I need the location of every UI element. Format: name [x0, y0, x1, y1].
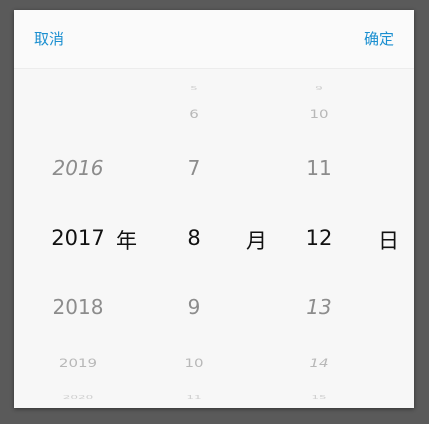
month-option[interactable]: 6: [154, 107, 234, 121]
date-picker-dialog: 取消 确定 2016 2017 2018 2019 2020 年 5 6 7 8…: [14, 10, 414, 408]
month-option[interactable]: 5: [154, 85, 234, 91]
year-wheel[interactable]: 2016 2017 2018 2019 2020: [28, 69, 128, 408]
date-wheel-area: 2016 2017 2018 2019 2020 年 5 6 7 8 9 10 …: [14, 69, 414, 408]
month-selected[interactable]: 8: [154, 226, 234, 250]
day-selected[interactable]: 12: [279, 226, 359, 250]
day-unit-label: 日: [378, 229, 399, 253]
year-unit-label: 年: [116, 229, 137, 253]
year-selected[interactable]: 2017: [28, 226, 128, 250]
cancel-button[interactable]: 取消: [34, 30, 64, 48]
month-option[interactable]: 11: [154, 394, 234, 400]
day-option[interactable]: 14: [279, 356, 359, 370]
year-option[interactable]: 2018: [28, 295, 128, 319]
day-option[interactable]: 13: [279, 295, 359, 319]
day-option[interactable]: 11: [279, 156, 359, 180]
year-option[interactable]: 2016: [28, 156, 128, 180]
month-unit-label: 月: [246, 229, 267, 253]
month-option[interactable]: 10: [154, 356, 234, 370]
day-option[interactable]: 15: [279, 394, 359, 400]
month-wheel[interactable]: 5 6 7 8 9 10 11: [154, 69, 234, 408]
confirm-button[interactable]: 确定: [364, 30, 394, 48]
year-option[interactable]: 2020: [28, 394, 128, 400]
day-option[interactable]: 10: [279, 107, 359, 121]
day-wheel[interactable]: 9 10 11 12 13 14 15: [279, 69, 359, 408]
year-option[interactable]: 2019: [28, 356, 128, 370]
dialog-header: 取消 确定: [14, 10, 414, 69]
day-option[interactable]: 9: [279, 85, 359, 91]
month-option[interactable]: 7: [154, 156, 234, 180]
month-option[interactable]: 9: [154, 295, 234, 319]
